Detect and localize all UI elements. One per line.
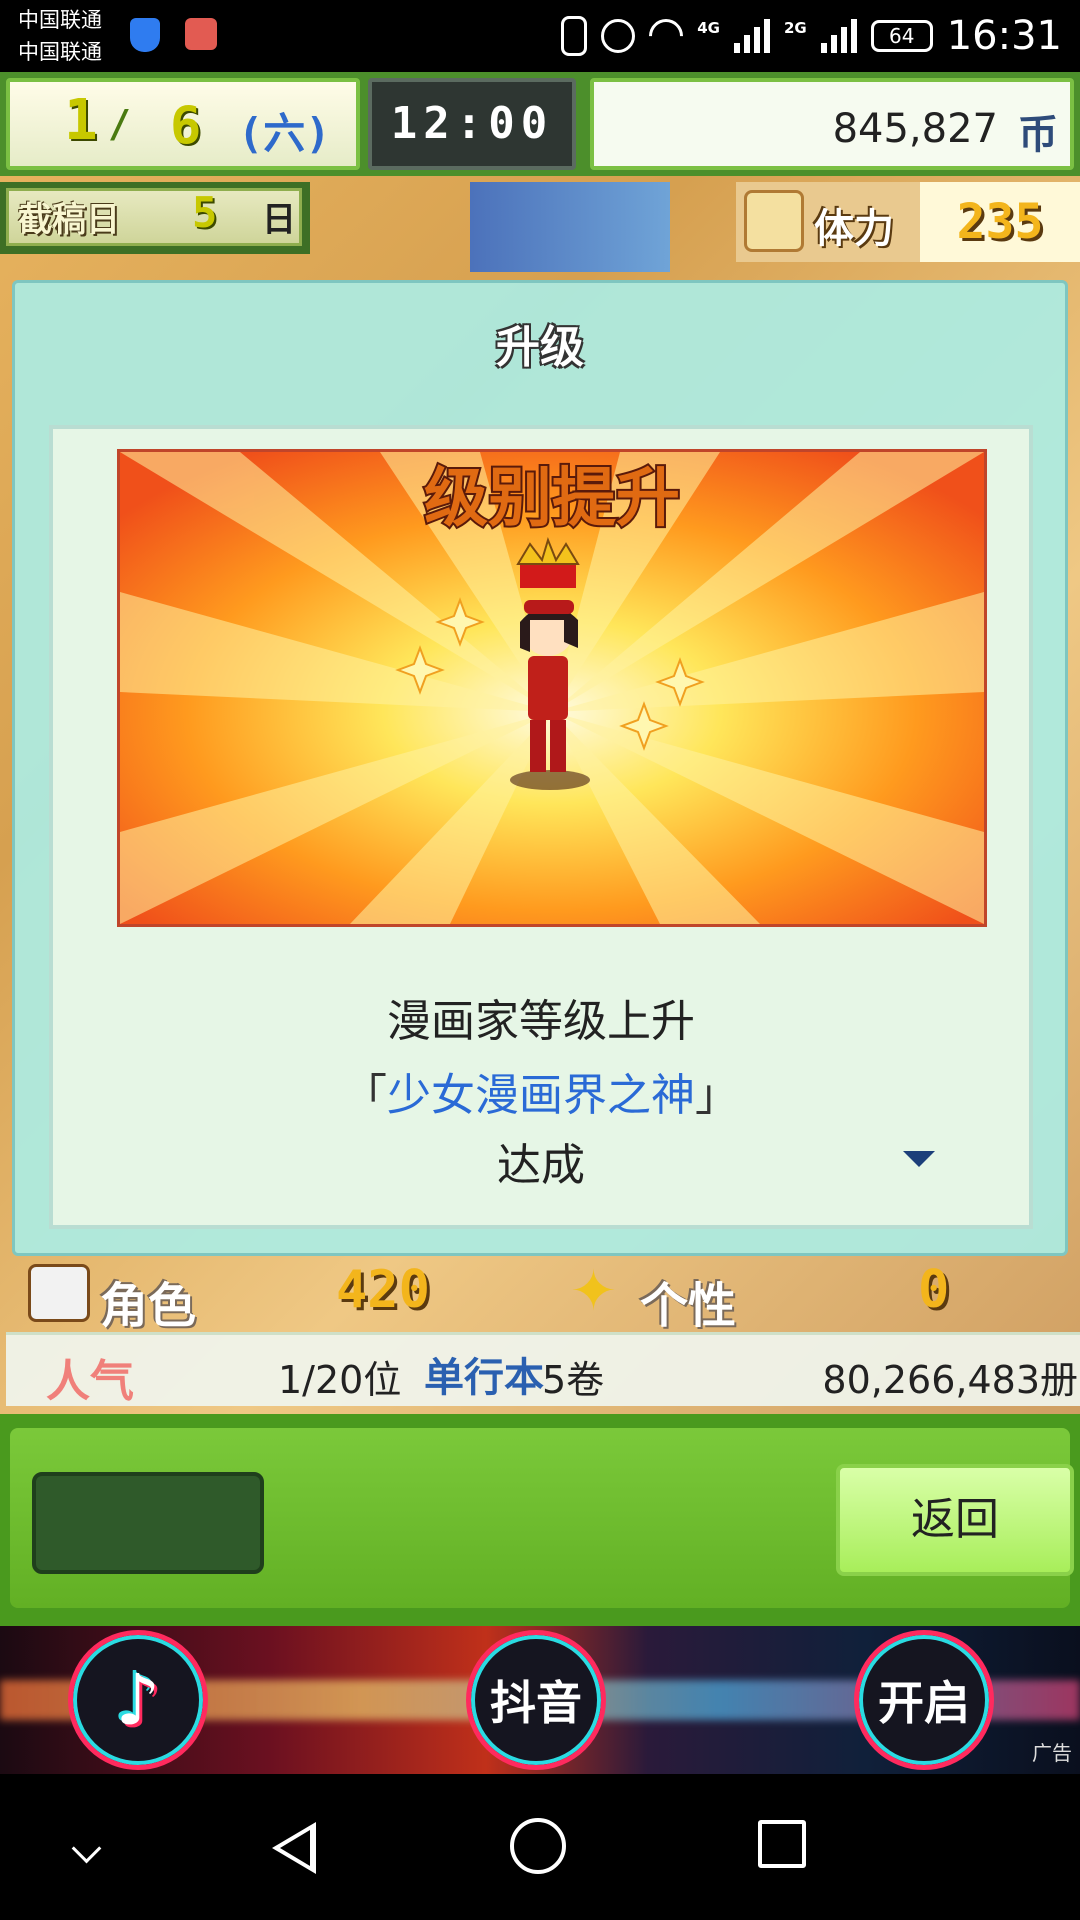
signal-icon bbox=[733, 19, 770, 53]
status-icons: 4G 2G 64 16:31 bbox=[561, 11, 1062, 61]
level-up-illustration: 级别提升 bbox=[120, 452, 984, 924]
stamina-value: 235 bbox=[920, 182, 1080, 262]
network-type-1: 4G bbox=[697, 19, 720, 37]
battery-icon: 64 bbox=[870, 20, 933, 52]
upgrade-dialog[interactable]: 升级 级别提升 漫画家等级上升 「少女漫画界之神」 达成 bbox=[12, 280, 1068, 1256]
empty-command-slot bbox=[32, 1472, 264, 1574]
game-screen: 1 / 6 (六) 12:00 845,827 币 截稿日 5 日 体力 235… bbox=[0, 72, 1080, 1626]
bracket-close: 」 bbox=[695, 1070, 739, 1121]
game-clock: 12:00 bbox=[368, 78, 576, 170]
popularity-rank: 1/20位 bbox=[278, 1358, 402, 1402]
ad-banner[interactable]: ♪ 抖音 开启 广告 bbox=[0, 1626, 1080, 1774]
home-icon[interactable] bbox=[510, 1818, 566, 1874]
deadline-unit: 日 bbox=[262, 200, 296, 240]
stats-row: 角色 420 ✦ 个性 0 bbox=[0, 1256, 1080, 1334]
recent-apps-icon[interactable] bbox=[758, 1820, 806, 1868]
sparkle-icon: ✦ bbox=[570, 1259, 617, 1324]
network-type-2: 2G bbox=[783, 19, 807, 37]
level-up-banner: 级别提升 bbox=[117, 449, 987, 927]
message-line-3: 达成 bbox=[497, 1140, 585, 1191]
ad-douyin-button[interactable]: 抖音 bbox=[466, 1630, 606, 1770]
role-icon bbox=[28, 1264, 90, 1322]
banner-title: 级别提升 bbox=[424, 462, 680, 536]
stamina-label: 体力 bbox=[814, 206, 894, 252]
ad-label: 广告 bbox=[1032, 1741, 1072, 1765]
alarm-icon bbox=[601, 19, 636, 53]
dialog-panel: 级别提升 漫画家等级上升 「少女漫画界之神」 达成 bbox=[49, 425, 1033, 1229]
date-panel: 1 / 6 (六) bbox=[6, 78, 360, 170]
role-label: 角色 bbox=[100, 1278, 197, 1334]
message-line-1: 漫画家等级上升 bbox=[387, 996, 695, 1047]
back-button[interactable]: 返回 bbox=[836, 1464, 1074, 1576]
muscle-icon bbox=[744, 190, 804, 252]
stamina-panel: 体力 235 bbox=[736, 182, 1080, 262]
continue-arrow-icon[interactable] bbox=[903, 1151, 935, 1167]
month-value: 1 bbox=[64, 88, 98, 153]
top-hud: 1 / 6 (六) 12:00 845,827 币 bbox=[0, 72, 1080, 176]
money-unit: 币 bbox=[1018, 112, 1058, 158]
message-line-2: 「少女漫画界之神」 bbox=[53, 1059, 1029, 1123]
deadline-panel: 截稿日 5 日 bbox=[0, 182, 310, 254]
personality-label: 个性 bbox=[640, 1278, 737, 1334]
carrier-label-2: 中国联通 bbox=[18, 40, 102, 64]
weekday-value: (六) bbox=[238, 109, 331, 158]
deadline-label: 截稿日 bbox=[18, 200, 120, 240]
dialog-title: 升级 bbox=[496, 322, 584, 373]
total-sales: 80,266,483册 bbox=[822, 1358, 1078, 1402]
bracket-open: 「 bbox=[343, 1070, 387, 1121]
books-value: 5卷 bbox=[542, 1358, 605, 1402]
money-panel: 845,827 币 bbox=[590, 78, 1074, 170]
popularity-row: 人气 1/20位 单行本 5卷 80,266,483册 bbox=[6, 1332, 1080, 1407]
mail-app-icon bbox=[185, 18, 217, 50]
crown-icon bbox=[516, 536, 580, 588]
deadline-value: 5 bbox=[192, 188, 218, 237]
back-icon[interactable] bbox=[272, 1822, 316, 1874]
role-value: 420 bbox=[336, 1260, 430, 1320]
shield-app-icon bbox=[130, 18, 160, 52]
system-nav-bar bbox=[0, 1774, 1080, 1920]
personality-value: 0 bbox=[918, 1260, 950, 1320]
popularity-label: 人气 bbox=[46, 1356, 134, 1407]
books-label: 单行本 bbox=[424, 1355, 544, 1401]
day-value: 6 bbox=[170, 96, 202, 156]
signal-icon-2 bbox=[820, 19, 857, 53]
rank-title: 少女漫画界之神 bbox=[387, 1070, 695, 1121]
status-bar: 中国联通 中国联通 4G 2G 64 16:31 bbox=[0, 0, 1080, 72]
office-characters bbox=[470, 182, 670, 272]
command-bar: 返回 bbox=[0, 1414, 1080, 1626]
chevron-down-icon[interactable] bbox=[71, 1833, 102, 1864]
tiktok-icon[interactable]: ♪ bbox=[68, 1630, 208, 1770]
date-separator: / bbox=[108, 102, 131, 146]
ad-open-button[interactable]: 开启 bbox=[854, 1630, 994, 1770]
money-value: 845,827 bbox=[832, 106, 998, 152]
vibrate-icon bbox=[561, 16, 588, 56]
wifi-icon bbox=[642, 11, 691, 61]
carrier-label-1: 中国联通 bbox=[18, 8, 102, 32]
clock: 16:31 bbox=[946, 13, 1062, 59]
